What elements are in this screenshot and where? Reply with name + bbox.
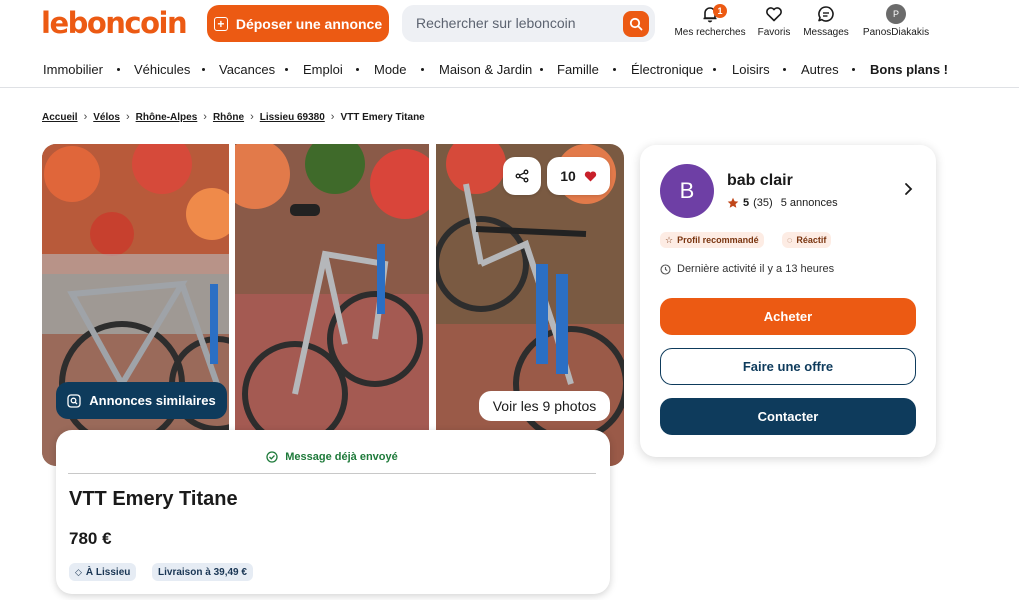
breadcrumb: Accueil › Vélos › Rhône-Alpes › Rhône › … — [42, 111, 425, 123]
star-icon — [727, 197, 739, 208]
plus-icon: + — [213, 16, 228, 31]
category-item[interactable]: Électronique — [631, 62, 703, 77]
category-nav: Immobilier Véhicules Vacances Emploi Mod… — [0, 54, 1019, 88]
last-activity: Dernière activité il y a 13 heures — [660, 263, 834, 275]
activity-label: Dernière activité il y a 13 heures — [677, 263, 835, 275]
delivery-tag: Livraison à 39,49 € — [152, 563, 253, 581]
contact-button[interactable]: Contacter — [660, 398, 916, 435]
post-ad-label: Déposer une annonce — [235, 15, 383, 32]
check-circle-icon — [266, 450, 278, 463]
reactive-badge: ◌ Réactif — [782, 232, 832, 248]
nav-separator — [285, 68, 288, 71]
clock-icon — [660, 263, 671, 275]
favorites-link[interactable]: Favoris — [756, 4, 792, 38]
post-ad-button[interactable]: + Déposer une annonce — [207, 5, 389, 42]
recommended-badge: ☆ Profil recommandé — [660, 232, 764, 248]
heart-icon — [766, 7, 782, 22]
category-item[interactable]: Loisirs — [732, 62, 770, 77]
chevron-right-icon: › — [83, 111, 88, 123]
favorite-count: 10 — [560, 168, 576, 184]
location-label: À Lissieu — [85, 566, 131, 578]
ad-title: VTT Emery Titane — [69, 488, 238, 510]
category-item[interactable]: Véhicules — [134, 62, 190, 77]
seller-rating: 5 (35) 5 annonces — [727, 197, 838, 209]
similar-ads-label: Annonces similaires — [89, 393, 216, 408]
message-sent-label: Message déjà envoyé — [285, 450, 398, 463]
bubble-icon: ◌ — [787, 235, 793, 245]
breadcrumb-link[interactable]: Vélos — [93, 112, 120, 123]
chat-icon — [818, 6, 834, 22]
category-item[interactable]: Maison & Jardin — [439, 62, 532, 77]
user-avatar: P — [886, 4, 906, 24]
search-input[interactable]: Rechercher sur leboncoin — [416, 15, 576, 31]
top-header: leboncoin + Déposer une annonce Recherch… — [0, 0, 1019, 48]
chevron-right-icon: › — [125, 111, 130, 123]
breadcrumb-link[interactable]: Rhône — [213, 112, 244, 123]
nav-separator — [540, 68, 543, 71]
ad-price: 780 € — [69, 529, 112, 548]
nav-separator — [202, 68, 205, 71]
make-offer-button[interactable]: Faire une offre — [660, 348, 916, 385]
seller-card: B bab clair 5 (35) 5 annonces ☆ Profil r… — [640, 145, 936, 457]
nav-separator — [613, 68, 616, 71]
category-item-deals[interactable]: Bons plans ! — [870, 62, 948, 77]
buy-button[interactable]: Acheter — [660, 298, 916, 335]
nav-separator — [356, 68, 359, 71]
chevron-right-icon: › — [250, 111, 254, 123]
category-item[interactable]: Vacances — [219, 62, 275, 77]
my-searches-label: Mes recherches — [674, 27, 746, 38]
nav-separator — [783, 68, 786, 71]
view-photos-button[interactable]: Voir les 9 photos — [479, 391, 610, 421]
similar-ads-button[interactable]: Annonces similaires — [56, 382, 227, 419]
category-item[interactable]: Mode — [374, 62, 407, 77]
diamond-icon: ◇ — [75, 566, 82, 577]
breadcrumb-current: VTT Emery Titane — [340, 111, 425, 123]
review-count: (35) — [753, 197, 773, 209]
rating-value: 5 — [743, 197, 750, 209]
messages-label: Messages — [803, 27, 849, 38]
location-tag[interactable]: ◇ À Lissieu — [69, 563, 137, 581]
nav-separator — [713, 68, 716, 71]
user-name: PanosDiakakis — [862, 27, 930, 38]
share-icon — [515, 169, 529, 183]
category-item[interactable]: Famille — [557, 62, 599, 77]
leboncoin-logo[interactable]: leboncoin — [41, 6, 188, 40]
chevron-right-icon: › — [330, 111, 335, 123]
messages-link[interactable]: Messages — [802, 4, 850, 38]
heart-filled-icon — [584, 171, 596, 182]
favorite-button[interactable]: 10 — [547, 157, 610, 195]
favorites-label: Favoris — [757, 27, 791, 38]
seller-avatar[interactable]: B — [660, 164, 714, 218]
recommended-label: Profil recommandé — [677, 235, 759, 245]
seller-name[interactable]: bab clair — [727, 172, 793, 190]
nav-separator — [421, 68, 424, 71]
breadcrumb-link[interactable]: Accueil — [42, 112, 78, 123]
nav-separator — [117, 68, 120, 71]
breadcrumb-link[interactable]: Lissieu 69380 — [260, 112, 325, 123]
account-link[interactable]: P PanosDiakakis — [862, 4, 930, 38]
notification-badge: 1 — [713, 4, 727, 18]
reactive-label: Réactif — [796, 235, 827, 245]
search-bar[interactable]: Rechercher sur leboncoin — [402, 5, 655, 42]
nav-separator — [852, 68, 855, 71]
bike-photo-2[interactable] — [235, 144, 429, 466]
ad-summary-card: Message déjà envoyé VTT Emery Titane 780… — [56, 430, 610, 594]
share-button[interactable] — [503, 157, 541, 195]
chevron-right-icon[interactable] — [902, 182, 914, 196]
my-searches-link[interactable]: 1 Mes recherches — [674, 4, 746, 38]
star-outline-icon: ☆ — [665, 234, 674, 245]
search-icon — [629, 17, 643, 31]
breadcrumb-link[interactable]: Rhône-Alpes — [136, 112, 198, 123]
chevron-right-icon: › — [203, 111, 207, 123]
message-sent-banner: Message déjà envoyé — [68, 440, 596, 474]
listing-count: 5 annonces — [780, 197, 838, 209]
category-item[interactable]: Emploi — [303, 62, 343, 77]
category-item[interactable]: Immobilier — [43, 62, 103, 77]
search-button[interactable] — [623, 11, 649, 37]
similar-search-icon — [67, 393, 81, 408]
category-item[interactable]: Autres — [801, 62, 839, 77]
